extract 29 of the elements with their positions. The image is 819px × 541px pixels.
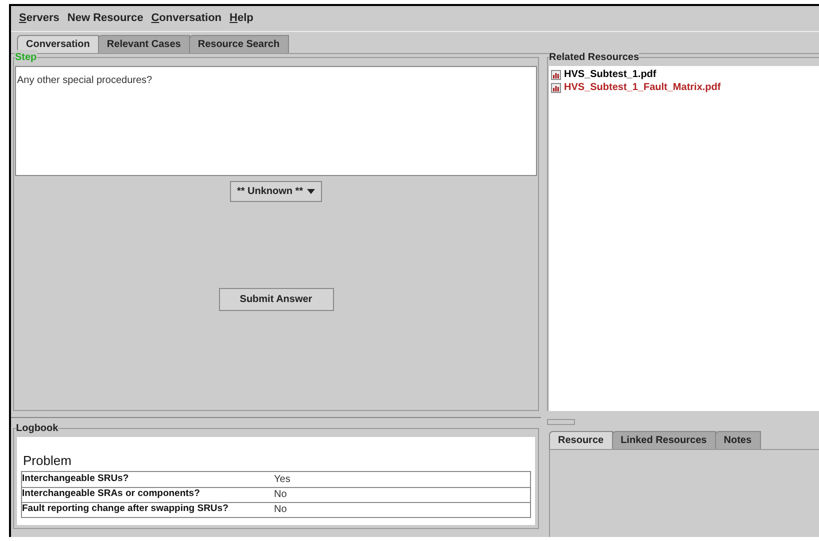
tab[interactable]: Relevant Cases [98, 35, 190, 53]
menu-item[interactable]: New Resource [67, 10, 144, 27]
question-text-area[interactable]: Any other special procedures? [15, 66, 537, 176]
table-cell-text: Yes [274, 472, 290, 486]
table-cell-text: Interchangeable SRUs? [22, 472, 130, 486]
table-cell-text: No [274, 503, 287, 517]
menu-item[interactable]: Conversation [151, 10, 222, 27]
pdf-file-icon [551, 70, 561, 80]
answer-dropdown[interactable]: ** Unknown ** [230, 181, 322, 202]
splitter-handle[interactable] [547, 419, 575, 425]
caret-icon [307, 189, 316, 194]
question-text: Any other special procedures? [17, 75, 152, 86]
tab[interactable]: Conversation [17, 35, 99, 53]
table-cell-text: No [274, 488, 287, 502]
tab[interactable]: Notes [714, 431, 761, 449]
step-label: Step [15, 50, 37, 65]
resource-link[interactable]: HVS_Subtest_1.pdf [564, 67, 656, 82]
menu-item[interactable]: Help [230, 10, 254, 27]
logbook-heading: Problem [22, 452, 72, 470]
logbook-label: Logbook [16, 421, 58, 436]
table-cell-text: Fault reporting change after swapping SRUs? [22, 502, 230, 516]
submit-answer-button[interactable]: Submit Answer [218, 288, 334, 311]
tab[interactable]: Linked Resources [612, 431, 716, 449]
menu-item[interactable]: Servers [19, 10, 60, 27]
resource-link[interactable]: HVS_Subtest_1_Fault_Matrix.pdf [564, 80, 721, 95]
tab[interactable]: Resource Search [188, 35, 289, 53]
pdf-file-icon [551, 82, 561, 92]
tab[interactable]: Resource [549, 431, 613, 449]
table-cell-text: Interchangeable SRAs or components? [22, 487, 201, 502]
